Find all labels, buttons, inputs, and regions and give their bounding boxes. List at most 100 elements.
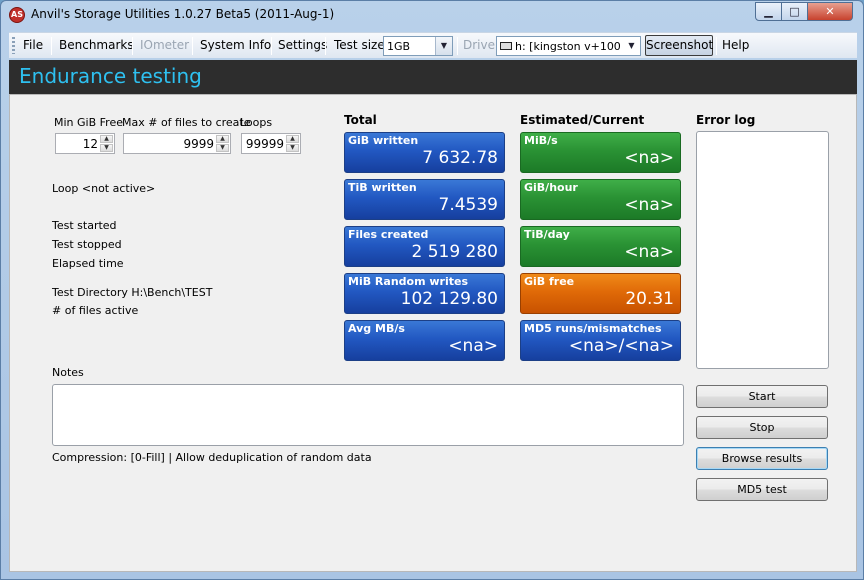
tile-gib-hour: GiB/hour <na> xyxy=(520,179,681,220)
loops-value: 99999 xyxy=(245,137,284,151)
tile-value: 20.31 xyxy=(625,289,674,309)
tile-label: MiB/s xyxy=(524,134,558,147)
total-title: Total xyxy=(344,113,377,127)
tile-value: 2 519 280 xyxy=(411,242,498,262)
drive-select[interactable]: h: [kingston v+100 64 ▼ xyxy=(496,36,641,56)
drive-icon xyxy=(500,42,512,50)
tile-label: TiB/day xyxy=(524,228,570,241)
tile-gib-written: GiB written 7 632.78 xyxy=(344,132,505,173)
tile-value: 7.4539 xyxy=(438,195,498,215)
app-icon[interactable]: AS xyxy=(9,7,25,23)
chevron-down-icon[interactable]: ▼ xyxy=(623,37,640,55)
menu-iometer[interactable]: IOmeter xyxy=(140,38,189,52)
tile-mibs: MiB/s <na> xyxy=(520,132,681,173)
main-panel: Min GiB Free 12 ▲ ▼ Max # of files to cr… xyxy=(9,94,857,572)
min-free-label: Min GiB Free xyxy=(54,116,123,129)
tile-value: <na> xyxy=(624,242,674,262)
tile-label: TiB written xyxy=(348,181,417,194)
tile-label: GiB free xyxy=(524,275,575,288)
window-title: Anvil's Storage Utilities 1.0.27 Beta5 (… xyxy=(31,7,335,21)
error-log-title: Error log xyxy=(696,113,756,127)
notes-label: Notes xyxy=(52,366,84,379)
test-directory-label: Test Directory H:\Bench\TEST xyxy=(52,286,213,299)
drive-value: h: [kingston v+100 64 xyxy=(515,40,623,53)
page-header: Endurance testing xyxy=(9,60,857,94)
tile-mib-random-writes: MiB Random writes 102 129.80 xyxy=(344,273,505,314)
spin-down-icon[interactable]: ▼ xyxy=(100,144,113,152)
loop-status: Loop <not active> xyxy=(52,182,156,195)
menu-separator xyxy=(716,37,717,55)
spin-up-icon[interactable]: ▲ xyxy=(100,135,113,143)
tile-value: 7 632.78 xyxy=(422,148,498,168)
max-files-label: Max # of files to create xyxy=(122,116,251,129)
notes-textarea[interactable] xyxy=(52,384,684,446)
compression-info: Compression: [0-Fill] | Allow deduplicat… xyxy=(52,451,372,464)
stop-button[interactable]: Stop xyxy=(696,416,828,439)
max-files-value: 9999 xyxy=(183,137,214,151)
menu-bar: File Benchmarks IOmeter System Info Sett… xyxy=(9,32,857,58)
menu-system-info[interactable]: System Info xyxy=(200,38,271,52)
tile-gib-free: GiB free 20.31 xyxy=(520,273,681,314)
tile-label: Avg MB/s xyxy=(348,322,405,335)
menu-separator xyxy=(132,37,133,55)
page-title: Endurance testing xyxy=(19,64,202,88)
test-started-label: Test started xyxy=(52,219,117,232)
menu-separator xyxy=(325,37,326,55)
close-button[interactable]: ✕ xyxy=(807,2,853,21)
screenshot-button[interactable]: Screenshot xyxy=(645,35,713,56)
test-size-label: Test size xyxy=(334,38,385,52)
browse-results-button[interactable]: Browse results xyxy=(696,447,828,470)
max-files-input[interactable]: 9999 ▲ ▼ xyxy=(123,133,231,154)
tile-label: MiB Random writes xyxy=(348,275,469,288)
spin-down-icon[interactable]: ▼ xyxy=(216,144,229,152)
loops-input[interactable]: 99999 ▲ ▼ xyxy=(241,133,301,154)
min-free-value: 12 xyxy=(82,137,98,151)
toolbar-grip-icon[interactable] xyxy=(12,37,15,54)
menu-separator xyxy=(271,37,272,55)
files-active-label: # of files active xyxy=(52,304,139,317)
maximize-button[interactable]: □ xyxy=(781,2,808,21)
spinner[interactable]: ▲ ▼ xyxy=(216,135,229,152)
tile-md5-runs: MD5 runs/mismatches <na>/<na> xyxy=(520,320,681,361)
spin-up-icon[interactable]: ▲ xyxy=(286,135,299,143)
test-stopped-label: Test stopped xyxy=(52,238,122,251)
tile-label: GiB/hour xyxy=(524,181,578,194)
tile-files-created: Files created 2 519 280 xyxy=(344,226,505,267)
tile-label: MD5 runs/mismatches xyxy=(524,322,662,335)
spin-up-icon[interactable]: ▲ xyxy=(216,135,229,143)
menu-separator xyxy=(51,37,52,55)
min-free-input[interactable]: 12 ▲ ▼ xyxy=(55,133,115,154)
menu-benchmarks[interactable]: Benchmarks xyxy=(59,38,134,52)
minimize-button[interactable]: ▁ xyxy=(755,2,782,21)
spinner[interactable]: ▲ ▼ xyxy=(286,135,299,152)
app-window: AS Anvil's Storage Utilities 1.0.27 Beta… xyxy=(0,0,864,580)
menu-file[interactable]: File xyxy=(23,38,43,52)
tile-value: <na>/<na> xyxy=(568,336,674,356)
tile-label: Files created xyxy=(348,228,429,241)
drive-label: Drive xyxy=(463,38,495,52)
spinner[interactable]: ▲ ▼ xyxy=(100,135,113,152)
menu-settings[interactable]: Settings xyxy=(278,38,327,52)
tile-value: 102 129.80 xyxy=(400,289,498,309)
test-size-select[interactable]: 1GB ▼ xyxy=(383,36,453,56)
menu-help[interactable]: Help xyxy=(722,38,749,52)
tile-label: GiB written xyxy=(348,134,419,147)
menu-separator xyxy=(192,37,193,55)
title-bar[interactable]: AS Anvil's Storage Utilities 1.0.27 Beta… xyxy=(1,1,863,29)
chevron-down-icon[interactable]: ▼ xyxy=(435,37,452,55)
loops-label: Loops xyxy=(240,116,273,129)
estimated-title: Estimated/Current xyxy=(520,113,645,127)
menu-separator xyxy=(457,37,458,55)
spin-down-icon[interactable]: ▼ xyxy=(286,144,299,152)
tile-tib-written: TiB written 7.4539 xyxy=(344,179,505,220)
tile-tib-day: TiB/day <na> xyxy=(520,226,681,267)
tile-value: <na> xyxy=(624,195,674,215)
start-button[interactable]: Start xyxy=(696,385,828,408)
error-log-box[interactable] xyxy=(696,131,829,369)
test-size-value: 1GB xyxy=(387,40,411,53)
md5-test-button[interactable]: MD5 test xyxy=(696,478,828,501)
elapsed-time-label: Elapsed time xyxy=(52,257,124,270)
tile-value: <na> xyxy=(448,336,498,356)
tile-avg-mbs: Avg MB/s <na> xyxy=(344,320,505,361)
tile-value: <na> xyxy=(624,148,674,168)
